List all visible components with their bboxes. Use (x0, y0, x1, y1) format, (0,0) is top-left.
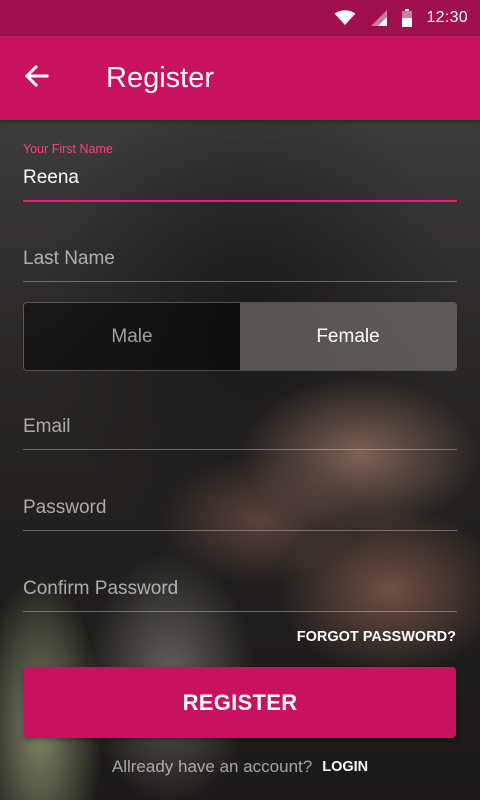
login-link[interactable]: LOGIN (322, 759, 368, 775)
app-bar: Register (0, 36, 480, 120)
gender-male-option[interactable]: Male (24, 303, 240, 370)
footer: Allready have an account? LOGIN (0, 757, 480, 777)
email-placeholder: Email (23, 416, 71, 437)
register-button[interactable]: REGISTER (24, 667, 456, 738)
back-button[interactable] (18, 60, 54, 96)
battery-icon (402, 9, 413, 27)
forgot-password-link[interactable]: FORGOT PASSWORD? (297, 629, 456, 645)
wifi-icon (334, 10, 356, 26)
arrow-left-icon (23, 64, 49, 93)
first-name-label: Your First Name (23, 142, 113, 156)
confirm-password-placeholder: Confirm Password (23, 578, 179, 599)
gender-female-option[interactable]: Female (240, 303, 456, 370)
signal-icon (370, 9, 388, 27)
gender-toggle: Male Female (23, 302, 457, 371)
email-underline (23, 449, 457, 450)
password-placeholder: Password (23, 497, 107, 518)
status-clock: 12:30 (426, 9, 468, 26)
last-name-placeholder: Last Name (23, 248, 115, 269)
page-title: Register (106, 62, 214, 94)
last-name-underline (23, 281, 457, 282)
first-name-underline (23, 200, 457, 202)
account-prompt: Allready have an account? (111, 757, 313, 776)
first-name-value: Reena (23, 167, 79, 188)
password-underline (23, 530, 457, 531)
status-bar: 12:30 (0, 0, 480, 36)
confirm-password-underline (23, 611, 457, 612)
